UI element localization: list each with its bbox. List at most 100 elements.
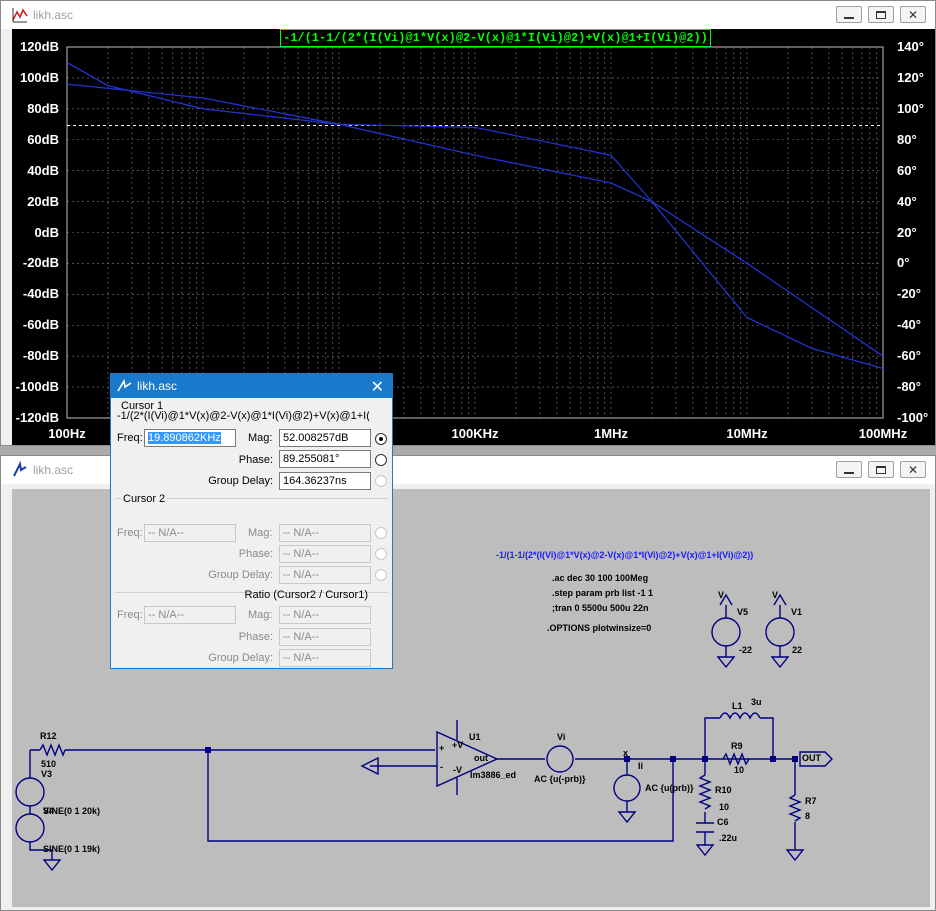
ratio-phase-label: Phase:	[238, 631, 273, 643]
v3-value: SINE(0 1 20k)	[43, 806, 101, 816]
cursor-dialog-title: likh.asc	[137, 379, 178, 393]
directive-ac[interactable]: .ac dec 30 100 100Meg	[552, 573, 648, 583]
c6-value: .22u	[719, 833, 738, 843]
vi-value: AC {u(-prb)}	[534, 774, 586, 784]
wire	[29, 749, 674, 842]
y-left-tick-label: 0dB	[34, 224, 59, 240]
phase-radio[interactable]	[375, 454, 387, 466]
directive-tran[interactable]: ;tran 0 5500u 500u 22n	[552, 603, 649, 613]
cursor2-phase-label: Phase:	[238, 548, 273, 560]
r9-name: R9	[731, 741, 743, 751]
opamp-pin-plus: +	[439, 743, 445, 753]
directive-step[interactable]: .step param prb list -1 1	[552, 588, 653, 598]
y-right-tick-label: -20°	[897, 286, 921, 302]
y-right-tick-label: 100°	[897, 100, 924, 116]
current-source-ii	[613, 774, 641, 802]
cursor-dialog-titlebar[interactable]: likh.asc ✕	[111, 374, 392, 398]
voltage-source-v3	[15, 777, 45, 807]
v4-value: SINE(0 1 19k)	[43, 844, 101, 854]
y-right-tick-label: 0°	[897, 255, 910, 271]
y-left-tick-label: 100dB	[19, 69, 59, 85]
u1-model: lm3886_ed	[470, 770, 517, 780]
v5-value: -22	[739, 645, 753, 655]
inductor-l1	[719, 712, 761, 720]
phase-label: Phase:	[238, 454, 273, 466]
ground-icon	[785, 849, 805, 862]
schematic-window-title: likh.asc	[33, 463, 74, 477]
v1-supply-label: V	[772, 590, 779, 600]
phase-field[interactable]: 89.255081°	[279, 450, 371, 468]
cursor2-phase-radio[interactable]	[375, 548, 387, 560]
voltage-source-v4	[15, 813, 45, 843]
schem-restore-button[interactable]	[868, 461, 894, 478]
group-delay-label: Group Delay:	[208, 475, 273, 487]
resistor-r10	[698, 774, 712, 810]
cursor2-mag-field[interactable]: -- N/A--	[279, 524, 371, 542]
ground-icon	[695, 844, 715, 857]
y-right-tick-label: 120°	[897, 69, 924, 85]
junction	[702, 756, 708, 762]
cursor2-group-delay-radio[interactable]	[375, 569, 387, 581]
y-right-tick-label: -100°	[897, 410, 929, 425]
cursor-dialog: likh.asc ✕ Cursor 1 -1/(2*(I(Vi)@1*V(x)@…	[110, 373, 393, 669]
y-left-tick-label: -40dB	[22, 286, 59, 302]
ii-value: AC {u(prb)}	[645, 783, 694, 793]
ratio-header: Ratio (Cursor2 / Cursor1)	[244, 589, 368, 601]
schematic-expression[interactable]: -1/(1-1/(2*(I(Vi)@1*V(x)@2-V(x)@1*I(Vi)@…	[496, 550, 753, 560]
y-left-tick-label: 80dB	[27, 100, 59, 116]
freq-label: Freq:	[117, 432, 143, 444]
y-right-tick-label: -40°	[897, 317, 921, 333]
waveform-app-icon	[117, 379, 132, 392]
ratio-group-delay-field[interactable]: -- N/A--	[279, 649, 371, 667]
out-label[interactable]: OUT	[802, 753, 821, 763]
minimize-icon	[844, 471, 854, 474]
cursor2-freq-field[interactable]: -- N/A--	[144, 524, 236, 542]
l1-name: L1	[732, 701, 743, 711]
voltage-source-v1	[765, 617, 795, 647]
cursor2-group-delay-field[interactable]: -- N/A--	[279, 566, 371, 584]
cursor2-mag-radio[interactable]	[375, 527, 387, 539]
output-arrow-icon	[360, 756, 437, 776]
y-right-tick-label: 140°	[897, 39, 924, 54]
restore-icon	[876, 465, 886, 474]
vi-name: Vi	[557, 732, 566, 742]
close-icon[interactable]: ✕	[371, 377, 384, 397]
mag-field[interactable]: 52.008257dB	[279, 429, 371, 447]
x-tick-label: 1MHz	[594, 426, 628, 441]
schem-close-button[interactable]: ✕	[900, 461, 926, 478]
close-icon: ✕	[907, 462, 919, 477]
y-right-tick-label: -80°	[897, 379, 921, 395]
directive-options[interactable]: .OPTIONS plotwinsize=0	[547, 623, 651, 633]
ii-name: Ii	[638, 761, 644, 771]
resistor-r12	[39, 743, 66, 757]
freq-value: 19.890862KHz	[148, 432, 221, 444]
junction	[670, 756, 676, 762]
trace-expression-label[interactable]: -1/(1-1/(2*(I(Vi)@1*V(x)@2-V(x)@1*I(Vi)@…	[280, 29, 711, 47]
y-right-tick-label: 60°	[897, 162, 917, 178]
cursor2-phase-field[interactable]: -- N/A--	[279, 545, 371, 563]
group-delay-field[interactable]: 164.36237ns	[279, 472, 371, 490]
schem-minimize-button[interactable]	[836, 461, 862, 478]
y-left-tick-label: -60dB	[22, 317, 59, 333]
ratio-phase-field[interactable]: -- N/A--	[279, 628, 371, 646]
y-left-tick-label: -100dB	[15, 379, 59, 395]
y-left-tick-label: -20dB	[22, 255, 59, 271]
v1-value: 22	[792, 645, 803, 655]
junction	[792, 756, 798, 762]
ratio-mag-field[interactable]: -- N/A--	[279, 606, 371, 624]
y-left-tick-label: 60dB	[27, 131, 59, 147]
r10-value: 10	[719, 802, 730, 812]
mag-radio[interactable]	[375, 433, 387, 445]
resistor-r7	[788, 794, 802, 822]
ratio-freq-field[interactable]: -- N/A--	[144, 606, 236, 624]
r9-value: 10	[734, 765, 745, 775]
v5-name: V5	[737, 607, 749, 617]
x-tick-label: 10MHz	[726, 426, 768, 441]
cursor2-freq-label: Freq:	[117, 527, 143, 539]
cursor2-group-delay-label: Group Delay:	[208, 569, 273, 581]
x-tick-label: 100Hz	[48, 426, 86, 441]
group-delay-radio[interactable]	[375, 475, 387, 487]
freq-field[interactable]: 19.890862KHz	[144, 429, 236, 447]
c6-name: C6	[717, 817, 729, 827]
y-right-tick-label: 40°	[897, 193, 917, 209]
